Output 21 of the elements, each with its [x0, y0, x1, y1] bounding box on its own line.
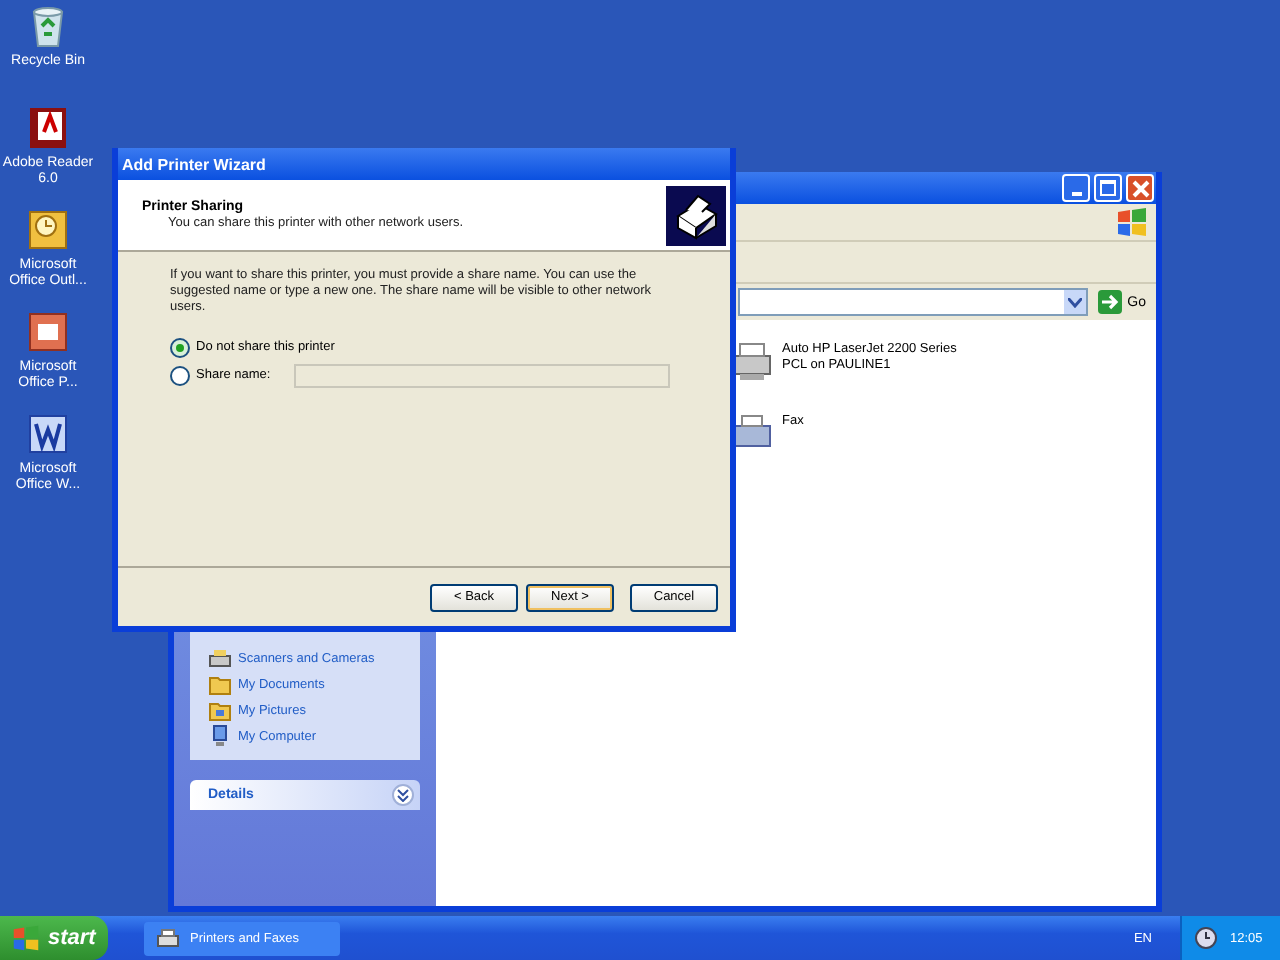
folder-icon: [208, 698, 232, 722]
address-field[interactable]: [738, 288, 1088, 316]
dialog-title: Add Printer Wizard: [122, 155, 266, 173]
caret-icon: [1067, 297, 1082, 307]
slide-icon[interactable]: [24, 308, 72, 356]
printer-icon: [156, 926, 180, 950]
dropdown-button[interactable]: [1063, 290, 1086, 314]
clock-icon[interactable]: [24, 206, 72, 254]
expand-icon[interactable]: [392, 784, 414, 806]
folder-icon: [208, 672, 232, 696]
document-icon[interactable]: [24, 104, 72, 152]
tray-icon[interactable]: [1194, 926, 1218, 950]
computer-icon: [208, 724, 232, 748]
minimize-button[interactable]: [1062, 174, 1090, 202]
windows-logo-icon: [1116, 206, 1148, 238]
scanner-icon: [208, 646, 232, 670]
arrow-icon: [1097, 290, 1122, 314]
document-icon[interactable]: [24, 410, 72, 458]
maximize-button[interactable]: [1094, 174, 1122, 202]
close-button[interactable]: [1126, 174, 1154, 202]
windows-logo-icon: [12, 924, 40, 952]
